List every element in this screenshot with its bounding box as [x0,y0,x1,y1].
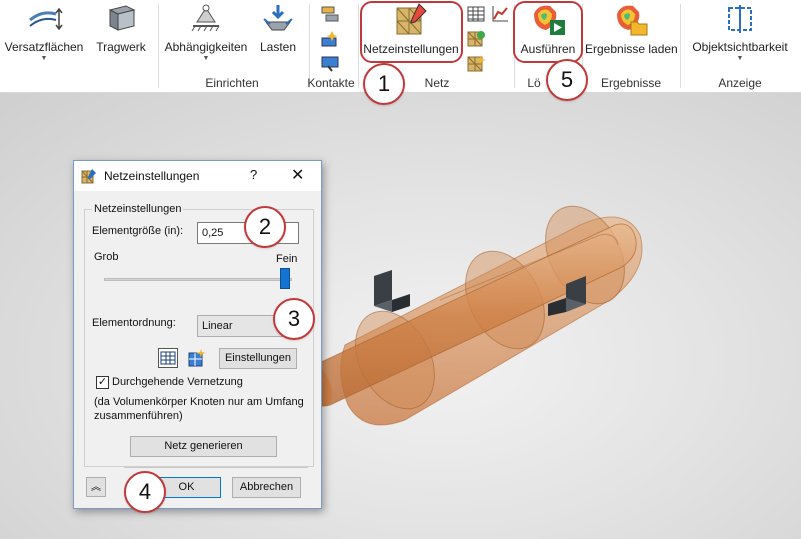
constraint-icon [191,4,220,32]
update-mesh-icon[interactable] [466,29,486,49]
element-size-label: Elementgröße (in): [92,225,184,237]
coarse-label: Grob [94,251,119,263]
ribbon-separator [358,4,359,88]
element-order-value: Linear [202,320,233,332]
einstellungen-button[interactable]: Einstellungen [219,348,297,369]
continuous-mesh-note: (da Volumenkörper Knoten nur am Umfang z… [94,396,304,422]
versatzflaechen-button[interactable]: Versatzflächen ▼ [4,2,84,62]
continuous-mesh-label: Durchgehende Vernetzung [112,376,243,388]
lasten-label: Lasten [259,40,297,54]
netz-generieren-button[interactable]: Netz generieren [130,436,277,457]
load-results-icon [617,5,648,36]
dialog-title: Netzeinstellungen [104,169,200,183]
help-icon[interactable]: ? [250,167,257,182]
mesh-table-button[interactable] [158,348,178,368]
local-mesh-button[interactable] [187,348,207,368]
divider [124,467,308,468]
ribbon-separator [158,4,159,88]
objektsichtbarkeit-button[interactable]: Objektsichtbarkeit ▼ [684,2,796,62]
callout-4: 4 [124,471,166,513]
abbrechen-button[interactable]: Abbrechen [232,477,301,498]
table-icon [160,351,176,365]
tragwerk-button[interactable]: Tragwerk [90,2,152,54]
contact-manual-icon[interactable] [320,4,340,24]
offset-surfaces-icon [29,7,63,31]
mesh-density-slider-thumb[interactable] [280,268,290,289]
group-label-anzeige: Anzeige [718,76,762,90]
chevron-down-icon: ▼ [40,55,48,62]
dialog-titlebar[interactable]: Netzeinstellungen ? ✕ [74,161,321,191]
callout-5: 5 [546,59,588,101]
group-label-kontakte: Kontakte [307,76,355,90]
chevron-down-icon: ▼ [736,55,744,62]
abhaengigkeiten-label: Abhängigkeiten [164,40,248,54]
ergebnisse-laden-button[interactable]: Ergebnisse laden [585,2,678,56]
chevron-down-icon: ▼ [202,55,210,62]
abhaengigkeiten-button[interactable]: Abhängigkeiten ▼ [160,2,252,62]
group-label-einrichten: Einrichten [205,76,259,90]
callout-1: 1 [363,63,405,105]
beam-icon [108,5,136,31]
group-legend: Netzeinstellungen [92,203,184,215]
ergebnisse-laden-label: Ergebnisse laden [585,42,678,56]
chevron-up-icon: ︽ [91,482,101,493]
left-bracket [374,270,410,312]
tragwerk-label: Tragwerk [96,40,146,54]
contact-auto-icon[interactable] [320,29,340,49]
ausfuehren-highlight [513,1,583,63]
lasten-button[interactable]: Lasten [254,2,302,54]
group-label-ergebnisse: Ergebnisse [600,76,662,90]
callout-2: 2 [244,206,286,248]
contact-table-icon[interactable] [320,54,340,74]
collapse-button[interactable]: ︽ [86,477,106,497]
ribbon-separator [680,4,681,88]
object-visibility-icon [728,5,752,33]
versatzflaechen-label: Versatzflächen [4,40,84,54]
callout-3: 3 [273,298,315,340]
element-order-label: Elementordnung: [92,317,176,329]
convergence-chart-icon[interactable] [490,4,510,24]
close-icon[interactable]: ✕ [291,165,304,185]
fine-label: Fein [276,253,298,265]
load-icon [263,5,293,31]
mesh-density-slider-track[interactable] [104,278,292,281]
mesh-settings-icon [81,169,96,184]
objektsichtbarkeit-label: Objektsichtbarkeit [692,40,788,54]
netzeinstellungen-highlight [360,1,463,63]
continuous-mesh-checkbox[interactable]: ✓ [96,376,109,389]
local-mesh-icon[interactable] [466,54,486,74]
mesh-settings-group [84,209,314,467]
mesh-table-icon[interactable] [466,4,486,24]
local-mesh-icon [188,349,206,367]
